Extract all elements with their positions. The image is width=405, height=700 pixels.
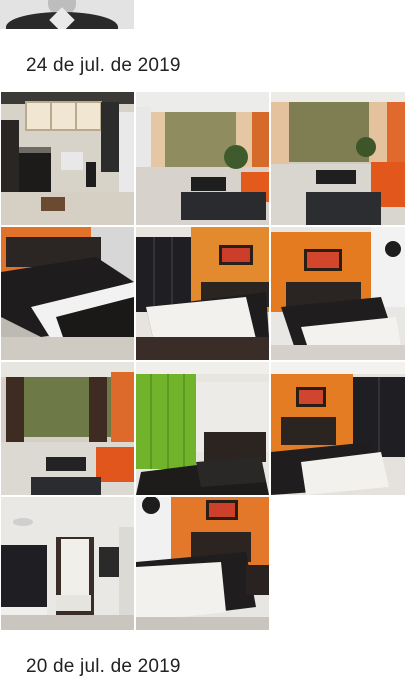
photo-bedroom-orange-wall[interactable] [271,227,405,360]
photo-bedroom[interactable] [1,227,134,360]
photo-bedroom-wardrobe[interactable] [136,227,269,360]
photo-living-room-balcony[interactable] [136,92,269,225]
photo-kitchen[interactable] [1,92,134,225]
photo-living-room-balcony[interactable] [271,92,405,225]
photo-bedroom-orange-wall[interactable] [136,497,269,630]
photo-bedroom-orange-wall[interactable] [271,362,405,495]
photo-bedroom-green-curtain[interactable] [136,362,269,495]
section-date-header: 20 de jul. de 2019 [26,656,181,677]
photo-room-curtain-door[interactable] [1,497,134,630]
section-date-header: 24 de jul. de 2019 [26,55,181,76]
profile-photo-thumbnail[interactable] [0,0,134,29]
photo-living-room-window[interactable] [1,362,134,495]
